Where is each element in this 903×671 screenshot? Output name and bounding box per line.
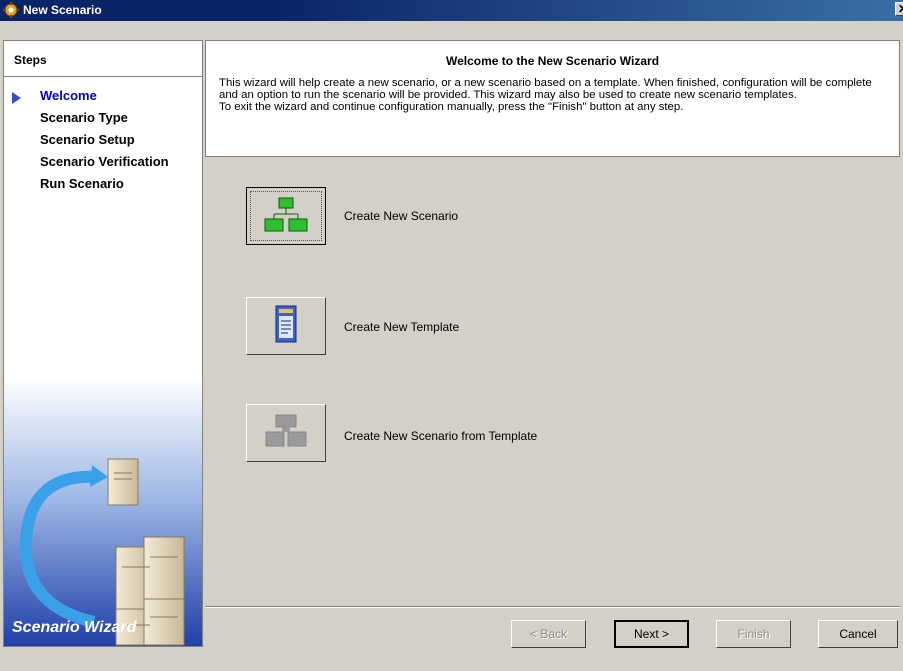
wizard-banner-title: Scenario Wizard	[12, 619, 137, 636]
app-gear-icon	[3, 2, 19, 18]
title-bar[interactable]: New Scenario ✕	[0, 0, 903, 21]
close-icon: ✕	[898, 2, 903, 16]
create-new-template-label: Create New Template	[344, 320, 460, 334]
welcome-header: Welcome to the New Scenario Wizard This …	[205, 40, 900, 157]
template-document-icon	[275, 305, 297, 343]
create-new-scenario-button[interactable]	[246, 187, 326, 245]
close-button[interactable]: ✕	[895, 2, 903, 16]
step-scenario-verification: Scenario Verification	[40, 154, 169, 169]
steps-header: Steps	[3, 40, 203, 77]
welcome-paragraph-1: This wizard will help create a new scena…	[219, 77, 872, 101]
step-scenario-type: Scenario Type	[40, 110, 128, 125]
wizard-banner-image	[4, 377, 202, 646]
back-button[interactable]: < Back	[511, 620, 586, 648]
new-scenario-window: New Scenario ✕ Steps Welcome Scenario Ty…	[0, 0, 903, 671]
window-title: New Scenario	[23, 3, 102, 17]
footer-separator	[205, 606, 900, 608]
next-button[interactable]: Next >	[614, 620, 689, 648]
finish-button[interactable]: Finish	[716, 620, 791, 648]
create-new-template-button[interactable]	[246, 297, 326, 355]
create-new-scenario-label: Create New Scenario	[344, 209, 459, 223]
step-welcome: Welcome	[40, 88, 97, 103]
cancel-button[interactable]: Cancel	[818, 620, 898, 648]
step-scenario-setup: Scenario Setup	[40, 132, 135, 147]
welcome-description: This wizard will help create a new scena…	[219, 77, 889, 113]
scenario-from-template-icon	[265, 414, 307, 447]
create-scenario-from-template-label: Create New Scenario from Template	[344, 429, 538, 443]
step-run-scenario: Run Scenario	[40, 176, 124, 191]
current-step-arrow-icon	[12, 92, 21, 104]
steps-list: Welcome Scenario Type Scenario Setup Sce…	[3, 77, 203, 647]
page-title: Welcome to the New Scenario Wizard	[445, 54, 660, 68]
create-scenario-from-template-button[interactable]	[246, 404, 326, 462]
welcome-paragraph-2: To exit the wizard and continue configur…	[219, 101, 684, 113]
steps-heading: Steps	[14, 53, 47, 67]
network-nodes-icon	[264, 197, 308, 232]
